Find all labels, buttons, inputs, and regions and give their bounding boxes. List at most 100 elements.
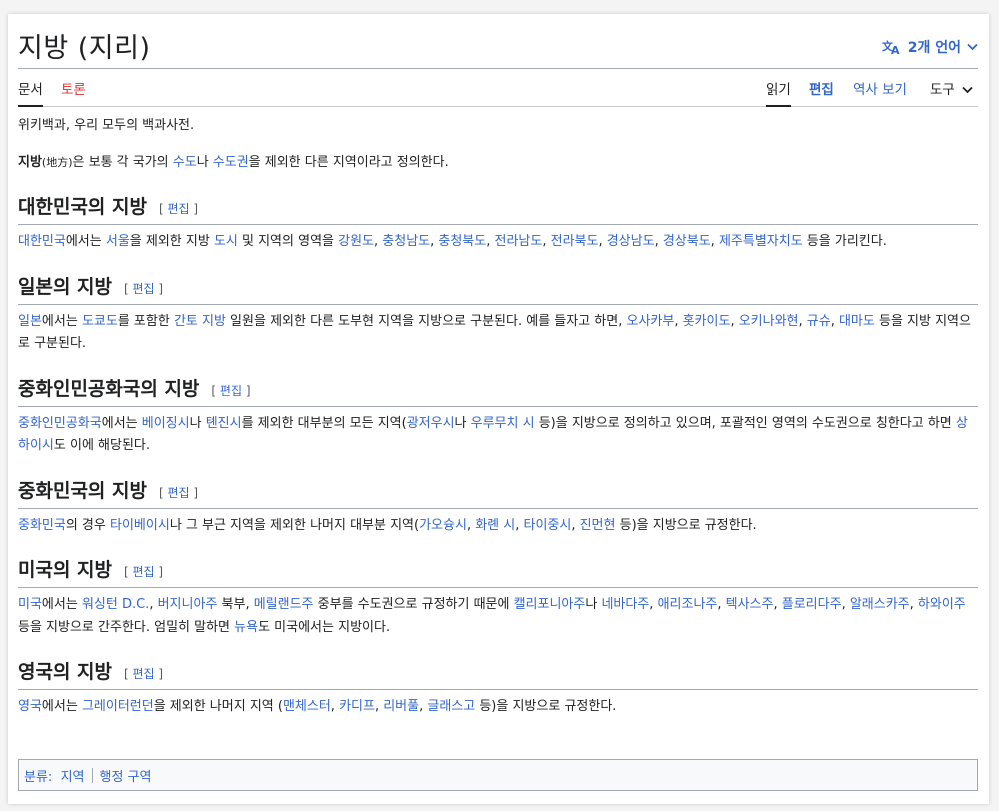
- link[interactable]: 충청북도: [438, 234, 486, 249]
- categories-label-link[interactable]: 분류:: [24, 766, 52, 785]
- link[interactable]: 타이베이시: [110, 518, 170, 533]
- term: 지방: [18, 154, 42, 170]
- link[interactable]: 워싱턴 D.C.: [82, 597, 149, 612]
- link[interactable]: 타이중시: [523, 518, 571, 533]
- link[interactable]: 뉴욕: [234, 620, 258, 635]
- site-subtitle: 위키백과, 우리 모두의 백과사전.: [18, 118, 195, 133]
- link[interactable]: 대한민국: [18, 234, 66, 249]
- link[interactable]: 오키나와현: [739, 314, 799, 329]
- edit-section-link[interactable]: [ 편집 ]: [124, 282, 163, 296]
- link[interactable]: 규슈: [807, 314, 831, 329]
- link[interactable]: 도시: [214, 234, 238, 249]
- tab-history[interactable]: 역사 보기: [853, 81, 907, 99]
- link[interactable]: 제주특별자치도: [719, 234, 803, 249]
- section-heading: 중화인민공화국의 지방[ 편집 ]: [18, 376, 978, 407]
- link[interactable]: 플로리다주: [782, 597, 842, 612]
- link-capital[interactable]: 수도: [173, 155, 197, 170]
- category-box: 분류: 지역 행정 구역: [18, 759, 978, 791]
- link[interactable]: 톈진시: [206, 416, 242, 431]
- chevron-down-icon: [962, 81, 973, 99]
- link[interactable]: 전라북도: [551, 234, 599, 249]
- section-heading: 일본의 지방[ 편집 ]: [18, 274, 978, 305]
- link[interactable]: 미국: [18, 597, 42, 612]
- section-paragraph: 미국에서는 워싱턴 D.C., 버지니아주 북부, 메릴랜드주 중부를 수도권으…: [18, 597, 966, 635]
- section-heading: 대한민국의 지방[ 편집 ]: [18, 194, 978, 225]
- chevron-down-icon: [967, 43, 978, 51]
- link[interactable]: 캘리포니아주: [514, 597, 586, 612]
- category-link[interactable]: 행정 구역: [100, 766, 152, 785]
- category-link[interactable]: 지역: [61, 766, 85, 785]
- link[interactable]: 경상남도: [607, 234, 655, 249]
- hanja: (地方): [41, 155, 73, 169]
- link[interactable]: 강원도: [338, 234, 374, 249]
- link[interactable]: 맨체스터: [283, 699, 331, 714]
- link[interactable]: 충청남도: [382, 234, 430, 249]
- link[interactable]: 중화인민공화국: [18, 416, 102, 431]
- tab-bar: 문서 토론 읽기 편집 역사 보기 도구: [18, 69, 978, 107]
- tools-menu[interactable]: 도구: [930, 81, 973, 99]
- link[interactable]: 간토 지방: [174, 314, 226, 329]
- section-paragraph: 영국에서는 그레이터런던을 제외한 나머지 지역 (맨체스터, 카디프, 리버풀…: [18, 699, 617, 714]
- section-paragraph: 중화민국의 경우 타이베이시나 그 부근 지역을 제외한 나머지 대부분 지역(…: [18, 517, 757, 533]
- language-button[interactable]: 文 A 2개 언어: [882, 37, 978, 57]
- section-uk: 영국의 지방[ 편집 ] 영국에서는 그레이터런던을 제외한 나머지 지역 (맨…: [18, 659, 978, 719]
- link[interactable]: 하와이주: [918, 597, 966, 612]
- section-paragraph: 대한민국에서는 서울을 제외한 지방 도시 및 지역의 영역을 강원도, 충청남…: [18, 234, 887, 249]
- section-korea: 대한민국의 지방[ 편집 ] 대한민국에서는 서울을 제외한 지방 도시 및 지…: [18, 194, 978, 254]
- section-prc: 중화인민공화국의 지방[ 편집 ] 중화인민공화국에서는 베이징시나 톈진시를 …: [18, 376, 978, 458]
- section-paragraph: 일본에서는 도쿄도를 포함한 간토 지방 일원을 제외한 다른 도부현 지역을 …: [18, 313, 971, 352]
- article-page: 지방 (지리) 文 A 2개 언어 문서 토론 읽기 편집 역사 보기 도구 위…: [8, 14, 989, 804]
- link[interactable]: 대마도: [839, 314, 875, 329]
- tab-article[interactable]: 문서: [18, 81, 43, 107]
- link[interactable]: 화롄 시: [475, 518, 515, 533]
- edit-section-link[interactable]: [ 편집 ]: [159, 486, 198, 500]
- tab-talk[interactable]: 토론: [61, 81, 86, 99]
- section-heading: 영국의 지방[ 편집 ]: [18, 659, 978, 690]
- link[interactable]: 글래스고: [427, 699, 475, 714]
- link[interactable]: 네바다주: [601, 597, 649, 612]
- intro-paragraph: 지방(地方)은 보통 각 국가의 수도나 수도권을 제외한 다른 지역이라고 정…: [18, 154, 449, 170]
- edit-section-link[interactable]: [ 편집 ]: [124, 565, 163, 579]
- section-heading: 중화민국의 지방[ 편집 ]: [18, 478, 978, 509]
- page-title: 지방 (지리): [18, 33, 151, 64]
- link[interactable]: 텍사스주: [726, 597, 774, 612]
- edit-section-link[interactable]: [ 편집 ]: [211, 384, 250, 398]
- link[interactable]: 오사카부: [626, 314, 674, 329]
- link-capital-area[interactable]: 수도권: [213, 155, 249, 170]
- section-heading: 미국의 지방[ 편집 ]: [18, 557, 978, 588]
- edit-section-link[interactable]: [ 편집 ]: [159, 202, 198, 216]
- link[interactable]: 알래스카주: [850, 597, 910, 612]
- svg-text:A: A: [891, 44, 900, 55]
- section-roc: 중화민국의 지방[ 편집 ] 중화민국의 경우 타이베이시나 그 부근 지역을 …: [18, 478, 978, 538]
- link[interactable]: 애리조나주: [658, 597, 718, 612]
- link[interactable]: 우루무치 시: [471, 416, 535, 431]
- link[interactable]: 전라남도: [495, 234, 543, 249]
- link[interactable]: 카디프: [339, 699, 375, 714]
- link[interactable]: 리버풀: [383, 699, 419, 714]
- link[interactable]: 가오슝시: [419, 518, 467, 533]
- link[interactable]: 영국: [18, 699, 42, 714]
- link[interactable]: 그레이터런던: [82, 699, 154, 714]
- link[interactable]: 도쿄도: [82, 314, 118, 329]
- title-bar: 지방 (지리) 文 A 2개 언어: [18, 14, 978, 69]
- tools-label: 도구: [930, 82, 955, 98]
- link[interactable]: 메릴랜드주: [254, 597, 314, 612]
- edit-section-link[interactable]: [ 편집 ]: [124, 667, 163, 681]
- link[interactable]: 버지니아주: [158, 597, 218, 612]
- tab-edit[interactable]: 편집: [809, 81, 834, 99]
- link[interactable]: 중화민국: [18, 518, 66, 533]
- link[interactable]: 진먼현: [580, 518, 616, 533]
- translate-icon: 文 A: [882, 39, 902, 55]
- language-count: 2개 언어: [907, 40, 961, 56]
- link[interactable]: 일본: [18, 314, 42, 329]
- link[interactable]: 베이징시: [142, 416, 190, 431]
- section-usa: 미국의 지방[ 편집 ] 미국에서는 워싱턴 D.C., 버지니아주 북부, 메…: [18, 557, 978, 639]
- section-japan: 일본의 지방[ 편집 ] 일본에서는 도쿄도를 포함한 간토 지방 일원을 제외…: [18, 274, 978, 356]
- tab-read[interactable]: 읽기: [766, 81, 791, 107]
- link[interactable]: 홋카이도: [683, 314, 731, 329]
- link[interactable]: 광저우시: [407, 416, 455, 431]
- link[interactable]: 경상북도: [663, 234, 711, 249]
- link[interactable]: 서울: [106, 234, 130, 249]
- section-paragraph: 중화인민공화국에서는 베이징시나 톈진시를 제외한 대부분의 모든 지역(광저우…: [18, 415, 968, 454]
- divider: [91, 767, 93, 783]
